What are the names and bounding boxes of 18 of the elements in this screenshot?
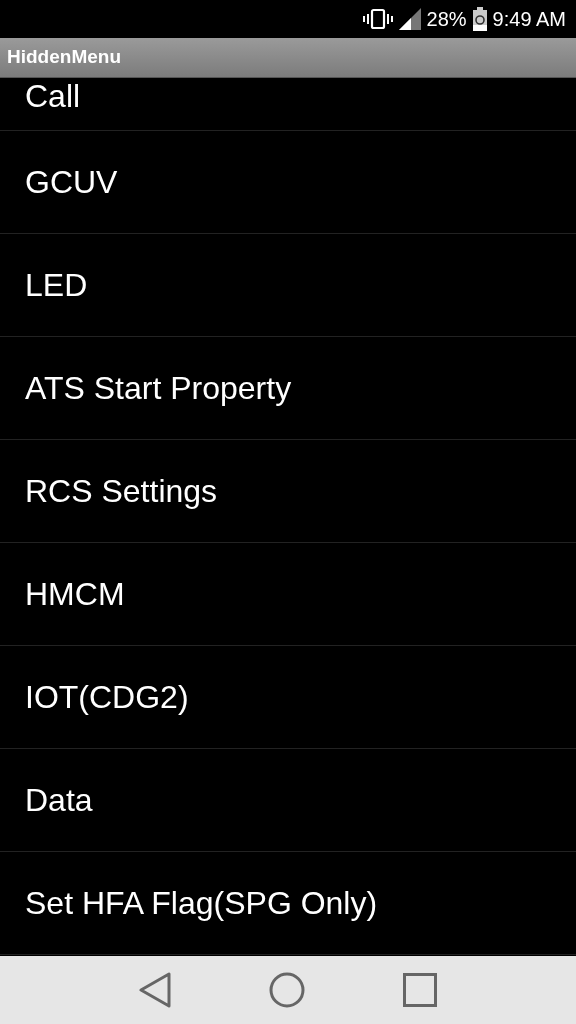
home-icon[interactable] xyxy=(269,972,305,1008)
menu-item[interactable]: HMCM xyxy=(0,543,576,646)
window-title: HiddenMenu xyxy=(7,45,121,70)
menu-item[interactable]: ATS Start Property xyxy=(0,337,576,440)
clock: 9:49 AM xyxy=(492,7,566,32)
signal-icon xyxy=(398,8,421,30)
recents-icon[interactable] xyxy=(403,973,437,1007)
battery-percent: 28% xyxy=(426,7,467,32)
back-icon[interactable] xyxy=(139,972,171,1008)
vibrate-icon xyxy=(362,8,393,30)
menu-item[interactable]: IOT(CDG2) xyxy=(0,646,576,749)
menu-item[interactable]: LED xyxy=(0,234,576,337)
menu-item[interactable]: GCUV xyxy=(0,131,576,234)
menu-item[interactable]: Set HFA Flag(SPG Only) xyxy=(0,852,576,955)
menu-item[interactable]: Data xyxy=(0,749,576,852)
battery-charging-icon xyxy=(472,7,487,31)
menu-item[interactable]: Call xyxy=(0,78,576,131)
menu-item[interactable]: RCS Settings xyxy=(0,440,576,543)
